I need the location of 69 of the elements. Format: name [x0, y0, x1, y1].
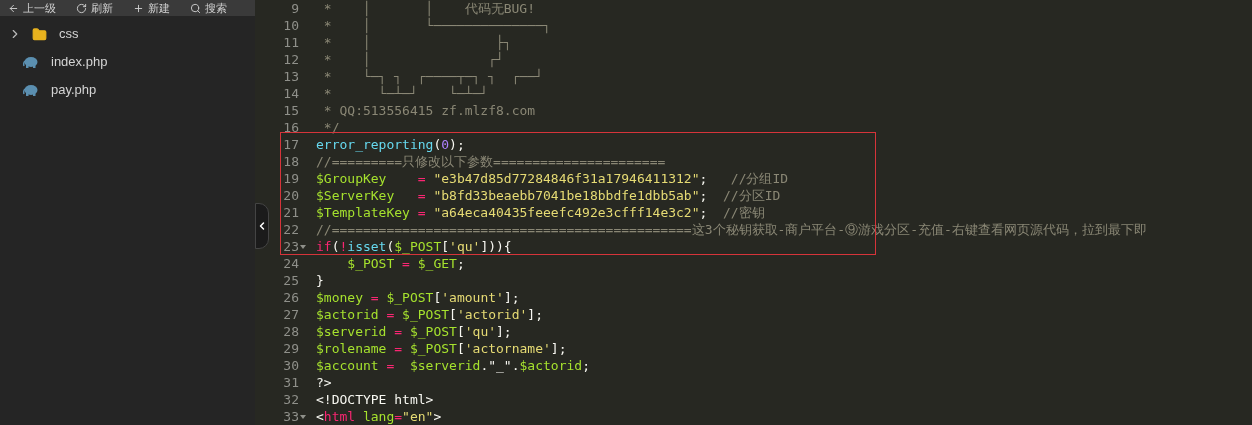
toolbar-button[interactable]: 新建 — [133, 2, 170, 14]
toolbar-button[interactable]: 搜索 — [190, 2, 227, 14]
line-number: 10 — [283, 17, 299, 34]
code-line: if(!isset($_POST['qu'])){ — [315, 238, 512, 255]
refresh-icon — [76, 2, 87, 14]
code-line: $GroupKey = "e3b47d85d77284846f31a17946411312"; //分组ID — [315, 170, 789, 187]
line-number: 29 — [283, 340, 299, 357]
line-number: 16 — [283, 119, 299, 136]
line-number: 30 — [283, 357, 299, 374]
code-line: $rolename = $_POST['actorname']; — [315, 340, 567, 357]
line-number: 23 — [283, 238, 299, 255]
code-line: $account = $serverid."_".$actorid; — [315, 357, 590, 374]
line-number: 32 — [283, 391, 299, 408]
code-line: * │ │ 代码无BUG! — [322, 0, 535, 17]
file-name: pay.php — [51, 81, 97, 100]
code-line: $ServerKey = "b8fd33beaebb7041be18bbdfe1dbb5ab"; //分区ID — [315, 187, 781, 204]
elephant-icon — [23, 56, 39, 68]
code-line: * │ ┌┘ — [322, 51, 504, 68]
fold-icon[interactable] — [300, 244, 306, 249]
code-line: ?> — [315, 374, 332, 391]
code-line: error_reporting(0); — [315, 136, 465, 153]
code-line: <!DOCTYPE html> — [315, 391, 434, 408]
toolbar-button[interactable]: 刷新 — [76, 2, 113, 14]
line-number: 14 — [283, 85, 299, 102]
toolbar-button[interactable]: 上一级 — [8, 2, 56, 14]
code-line: //=========只修改以下参数====================== — [315, 153, 666, 170]
file-name: css — [59, 25, 79, 44]
file-tree-item[interactable]: css — [0, 20, 255, 48]
line-number: 17 — [283, 136, 299, 153]
line-number: 13 — [283, 68, 299, 85]
code-line: $actorid = $_POST['actorid']; — [315, 306, 543, 323]
collapse-handle[interactable] — [255, 203, 269, 249]
code-line: * │ ├┐ — [322, 34, 512, 51]
line-number: 9 — [291, 0, 299, 17]
line-number: 12 — [283, 51, 299, 68]
code-line: */ — [322, 119, 340, 136]
file-tree-item[interactable]: pay.php — [0, 76, 255, 104]
line-number: 15 — [283, 102, 299, 119]
line-number: 26 — [283, 289, 299, 306]
file-tree-item[interactable]: index.php — [0, 48, 255, 76]
code-line: * └─┴─┘ └─┴─┘ — [322, 85, 489, 102]
line-number: 21 — [283, 204, 299, 221]
plus-icon — [133, 2, 144, 14]
line-number: 25 — [283, 272, 299, 289]
line-number: 19 — [283, 170, 299, 187]
line-number: 22 — [283, 221, 299, 238]
line-number: 11 — [283, 34, 299, 51]
code-line: $_POST = $_GET; — [346, 255, 465, 272]
fold-icon[interactable] — [300, 414, 306, 419]
line-number: 24 — [283, 255, 299, 272]
line-number: 20 — [283, 187, 299, 204]
search-icon — [190, 2, 201, 14]
code-line: $TemplateKey = "a64eca40435feeefc492e3cfff14e3c2"; //密钥 — [315, 204, 765, 221]
line-number: 31 — [283, 374, 299, 391]
code-line: * QQ:513556415 zf.mlzf8.com — [322, 102, 536, 119]
line-number: 27 — [283, 306, 299, 323]
code-line: $serverid = $_POST['qu']; — [315, 323, 512, 340]
code-line: * └─┐ ┐ ┌────┬─┐ ┐ ┌──┘ — [322, 68, 543, 85]
line-number: 28 — [283, 323, 299, 340]
line-number: 33 — [283, 408, 299, 425]
code-line: } — [315, 272, 324, 289]
line-number: 18 — [283, 153, 299, 170]
file-name: index.php — [51, 53, 108, 72]
code-line: <html lang="en"> — [315, 408, 442, 425]
elephant-icon — [23, 84, 39, 96]
folder-icon — [32, 26, 47, 42]
code-line: * │ └──────────────┐ — [322, 17, 551, 34]
arrow-icon — [8, 2, 19, 14]
code-line: $money = $_POST['amount']; — [315, 289, 520, 306]
